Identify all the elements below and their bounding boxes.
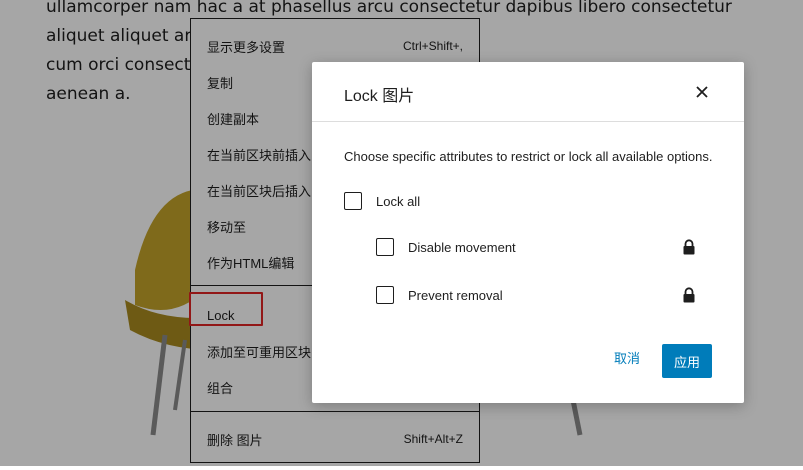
lock-icon xyxy=(683,287,695,303)
modal-header: Lock 图片 xyxy=(312,62,744,122)
apply-button[interactable]: 应用 xyxy=(662,344,712,378)
disable-movement-label: Disable movement xyxy=(408,239,516,255)
lock-all-checkbox[interactable] xyxy=(344,192,362,210)
prevent-removal-checkbox[interactable] xyxy=(376,286,394,304)
prevent-removal-option[interactable]: Prevent removal xyxy=(376,286,503,304)
prevent-removal-label: Prevent removal xyxy=(408,287,503,303)
close-icon xyxy=(696,86,708,98)
modal-description: Choose specific attributes to restrict o… xyxy=(344,149,713,164)
disable-movement-option[interactable]: Disable movement xyxy=(376,238,516,256)
disable-movement-checkbox[interactable] xyxy=(376,238,394,256)
lock-icon xyxy=(683,239,695,255)
lock-modal: Lock 图片 Choose specific attributes to re… xyxy=(312,62,744,403)
close-button[interactable] xyxy=(690,80,714,104)
cancel-button[interactable]: 取消 xyxy=(614,348,640,367)
lock-all-label: Lock all xyxy=(376,193,421,209)
lock-all-option[interactable]: Lock all xyxy=(344,192,420,210)
modal-title: Lock 图片 xyxy=(344,88,415,105)
